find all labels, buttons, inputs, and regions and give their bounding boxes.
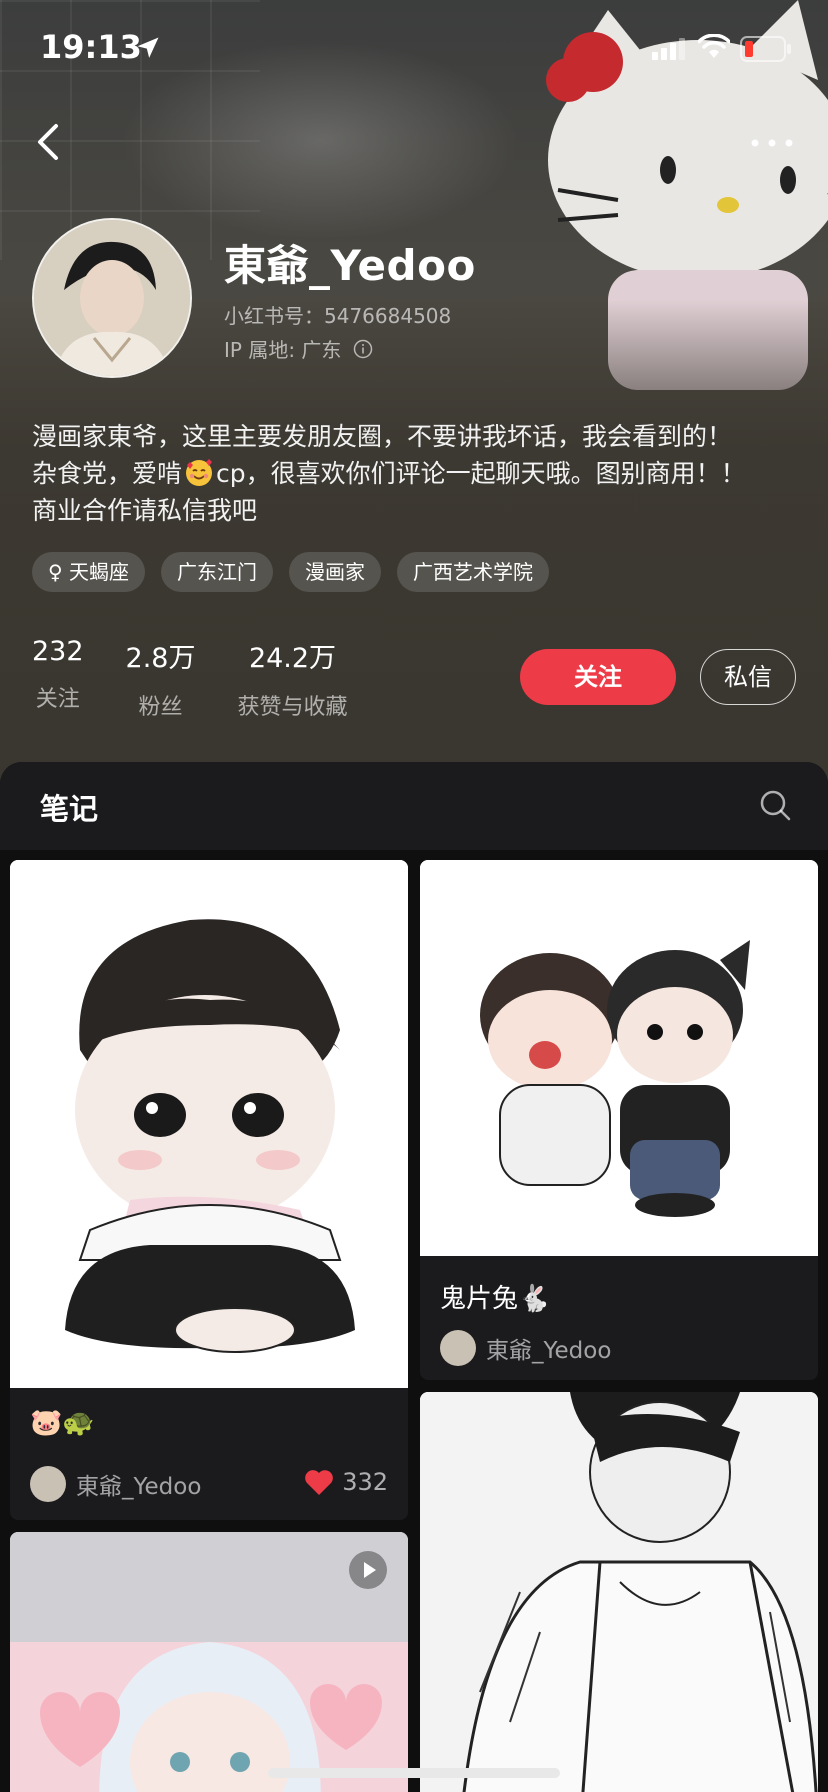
stat-likes-value: 24.2万 [248, 643, 337, 674]
note-card[interactable]: 🐷🐢 東爺_Yedoo 332 [10, 860, 408, 1520]
bio-line-2-start: 杂食党，爱啃 [32, 459, 183, 488]
ip-location-text: IP 属地: 广东 [224, 338, 342, 362]
bio-line-2-end: cp，很喜欢你们评论一起聊天哦。图别商用！！ [216, 459, 746, 488]
tag-zodiac[interactable]: ♀ 天蝎座 [32, 552, 146, 592]
info-icon[interactable] [353, 339, 373, 359]
author-name: 東爺_Yedoo [486, 1338, 612, 1364]
tag-hometown[interactable]: 广东江门 [161, 552, 274, 592]
status-bar: 19:13 [0, 0, 828, 96]
stat-likes-label: 获赞与收藏 [237, 695, 348, 720]
stat-followers[interactable]: 2.8万 粉丝 [126, 636, 196, 721]
tag-school[interactable]: 广西艺术学院 [397, 552, 550, 592]
back-chevron-icon[interactable] [30, 118, 70, 166]
tab-notes[interactable]: 笔记 [40, 786, 98, 828]
status-time: 19:13 [40, 28, 142, 66]
stat-following-label: 关注 [35, 687, 80, 712]
stat-likes-collections[interactable]: 24.2万 获赞与收藏 [238, 636, 348, 721]
note-card-likes[interactable]: 332 [304, 1468, 388, 1496]
profile-name: 東爺_Yedoo [224, 241, 476, 290]
profile-bio: 漫画家東爷，这里主要发朋友圈，不要讲我坏话，我会看到的！ 杂食党，爱啃 cp，很… [32, 418, 802, 529]
profile-stats: 232 关注 2.8万 粉丝 24.2万 获赞与收藏 [32, 636, 390, 721]
stat-followers-value: 2.8万 [125, 643, 196, 674]
bio-line-1: 漫画家東爷，这里主要发朋友圈，不要讲我坏话，我会看到的！ [32, 422, 733, 451]
note-card-author[interactable]: 東爺_Yedoo [440, 1330, 611, 1366]
notes-header: 笔记 [0, 762, 828, 850]
wifi-icon [698, 34, 730, 58]
video-play-icon [349, 1551, 387, 1589]
avatar-portrait-image [34, 220, 190, 376]
profile-tags: ♀ 天蝎座 广东江门 漫画家 广西艺术学院 [32, 552, 550, 592]
note-card-title: 🐷🐢 [30, 1408, 95, 1438]
smiling-face-with-hearts-icon [186, 459, 213, 486]
heart-icon [305, 1470, 333, 1495]
battery-low-icon [740, 36, 791, 62]
note-card-title: 鬼片兔🐇 [440, 1284, 551, 1314]
tag-occupation[interactable]: 漫画家 [289, 552, 382, 592]
message-button[interactable]: 私信 [700, 649, 796, 705]
profile-ip-location: IP 属地: 广东 [224, 334, 373, 363]
stat-following-value: 232 [32, 636, 84, 667]
home-indicator[interactable] [268, 1768, 560, 1778]
likes-count: 332 [342, 1468, 388, 1496]
more-options-icon[interactable] [750, 138, 794, 148]
search-icon[interactable] [758, 788, 792, 822]
manga-man-illustration [420, 1392, 818, 1792]
note-card-image [10, 860, 408, 1388]
bio-line-3: 商业合作请私信我吧 [32, 496, 258, 525]
profile-avatar[interactable] [32, 218, 192, 378]
note-card[interactable]: 鬼片兔🐇 東爺_Yedoo [420, 860, 818, 1380]
chibi-couple-illustration [420, 860, 818, 1256]
follow-button[interactable]: 关注 [520, 649, 676, 705]
note-card-author[interactable]: 東爺_Yedoo [30, 1466, 201, 1502]
notes-panel: 笔记 🐷🐢 東爺_Yedoo 332 鬼片兔🐇 東爺_Yedoo [0, 762, 828, 1792]
chibi-boy-illustration [10, 860, 408, 1388]
author-avatar [440, 1330, 476, 1366]
note-card-image [420, 1392, 818, 1792]
author-name: 東爺_Yedoo [76, 1474, 202, 1500]
location-arrow-icon [137, 37, 159, 58]
note-card[interactable] [420, 1392, 818, 1792]
cellular-signal-icon [652, 38, 685, 60]
profile-id: 小红书号：5476684508 [224, 304, 452, 328]
note-card[interactable] [10, 1532, 408, 1792]
note-card-image [420, 860, 818, 1256]
bio-line-2: 杂食党，爱啃 cp，很喜欢你们评论一起聊天哦。图别商用！！ [32, 455, 802, 492]
author-avatar [30, 1466, 66, 1502]
stat-followers-label: 粉丝 [138, 695, 183, 720]
stat-following[interactable]: 232 关注 [32, 636, 84, 721]
